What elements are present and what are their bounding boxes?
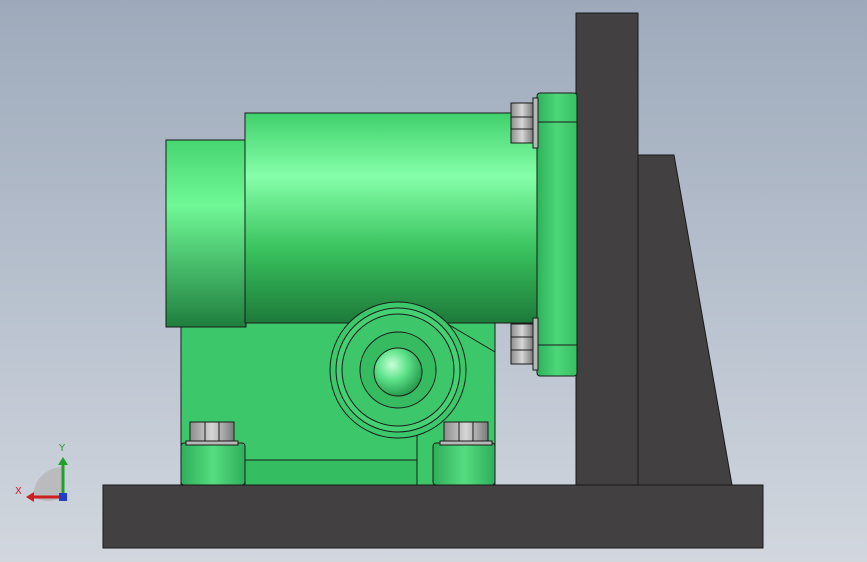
flange-bolt-bottom[interactable] <box>510 317 539 371</box>
base-plate[interactable] <box>102 484 764 549</box>
graphics-viewport[interactable]: Y X <box>0 0 867 562</box>
triad-x-label: X <box>15 486 22 497</box>
flange-bolt-top[interactable] <box>510 97 539 149</box>
view-orientation-triad-icon <box>26 457 68 502</box>
foot-boss-right[interactable] <box>432 442 496 486</box>
mounting-flange[interactable] <box>536 92 578 377</box>
model-view[interactable] <box>0 0 867 562</box>
foot-bolt-right[interactable] <box>439 421 493 446</box>
bore-cone[interactable] <box>373 347 423 397</box>
foot-boss-left[interactable] <box>180 442 246 486</box>
support-rib[interactable] <box>636 154 733 486</box>
vertical-plate[interactable] <box>575 12 639 486</box>
triad-y-label: Y <box>59 443 66 454</box>
bearing-boss[interactable] <box>329 301 467 439</box>
main-cylinder[interactable] <box>244 112 538 324</box>
foot-bolt-left[interactable] <box>185 421 239 446</box>
shaft-collar[interactable] <box>165 139 247 328</box>
